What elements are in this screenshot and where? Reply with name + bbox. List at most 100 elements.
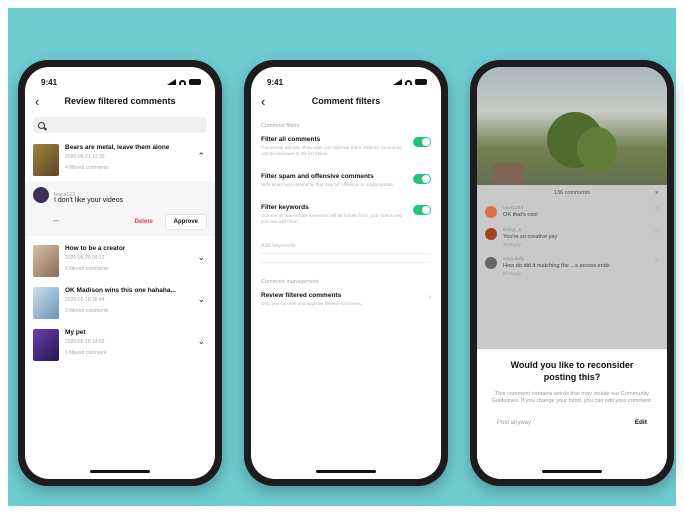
video-thumbnail	[33, 245, 59, 277]
filtered-count: 3 filtered comments	[65, 266, 109, 272]
status-time: 9:41	[267, 77, 284, 87]
status-icons	[393, 79, 427, 85]
comment-username: xoxo.daily	[503, 257, 525, 262]
comment-text: You're so creative yay	[503, 234, 558, 240]
video-thumbnail	[33, 144, 59, 176]
heart-icon[interactable]: ♡	[654, 206, 659, 213]
phone-screen: 9:41 ‹ Comment filters Comment filters F…	[251, 67, 441, 479]
home-indicator	[316, 470, 376, 473]
video-row[interactable]: Bears are metal, leave them alone 2020-0…	[25, 139, 215, 181]
comment-item: user1234 OK that's cool ♡	[477, 201, 667, 223]
heart-icon[interactable]: ♡	[654, 228, 659, 235]
toggle-row-filter-all: Filter all comments Comments will only s…	[251, 131, 441, 162]
comment-username: vickyy_s	[503, 228, 522, 233]
modal-title: Would you like to reconsider posting thi…	[510, 360, 634, 382]
video-row[interactable]: OK Madison wins this one hahaha... 2020-…	[25, 282, 215, 324]
comments-count: 136 comments	[553, 190, 591, 196]
toggle-label: Filter spam and offensive comments	[261, 173, 374, 180]
battery-icon	[189, 79, 201, 85]
video-title: Bears are metal, leave them alone	[65, 144, 170, 151]
delete-button[interactable]: Delete	[129, 216, 159, 228]
filter-spam-toggle[interactable]	[413, 174, 431, 184]
video-date: 2020-05-21 12:35	[65, 154, 105, 160]
chevron-down-icon[interactable]: ⌄	[197, 294, 205, 305]
filter-keywords-toggle[interactable]	[413, 205, 431, 215]
wifi-icon	[405, 79, 412, 85]
reconsider-modal: Would you like to reconsider posting thi…	[477, 349, 667, 479]
review-filtered-link[interactable]: Review filtered comments Only you can se…	[251, 287, 441, 312]
video-title: How to be a creator	[65, 245, 126, 252]
search-input[interactable]	[33, 117, 207, 133]
avatar	[485, 257, 497, 269]
chevron-down-icon[interactable]: ⌄	[197, 336, 205, 347]
toggle-description: Comments will only show after you approv…	[261, 145, 402, 156]
page-title: Comment filters	[311, 96, 381, 106]
close-icon[interactable]: ×	[655, 190, 659, 197]
toggle-description: Comments that include keywords will be h…	[261, 213, 402, 224]
phone-reconsider-prompt: 136 comments × user1234 OK that's cool ♡…	[470, 60, 674, 486]
video-date: 2020-05-19 18:44	[65, 297, 105, 303]
video-background	[477, 67, 667, 197]
home-indicator	[542, 470, 602, 473]
video-row[interactable]: How to be a creator 2020-05-20 09:12 3 f…	[25, 240, 215, 282]
nav-bar: ‹ Comment filters	[251, 89, 441, 113]
comments-panel-header: 136 comments ×	[477, 185, 667, 201]
divider	[261, 262, 431, 263]
phone-screen: 9:41 ‹ Review filtered comments Bears ar…	[25, 67, 215, 479]
toggle-label: Filter all comments	[261, 136, 321, 143]
keyword-input[interactable]: Add keywords	[261, 238, 431, 254]
more-options-icon[interactable]: •••	[53, 219, 59, 225]
link-label: Review filtered comments	[261, 292, 342, 299]
nav-bar: ‹ Review filtered comments	[25, 89, 215, 113]
house-image	[493, 163, 523, 185]
toggle-row-filter-spam: Filter spam and offensive comments Hide …	[251, 168, 441, 193]
edit-button[interactable]: Edit	[635, 419, 647, 426]
comment-text: I don't like your videos	[54, 197, 124, 204]
avatar	[485, 228, 497, 240]
status-icons	[167, 79, 201, 85]
video-title: OK Madison wins this one hahaha...	[65, 287, 176, 294]
chevron-down-icon[interactable]: ⌄	[197, 252, 205, 263]
status-bar: 9:41	[25, 67, 215, 89]
back-chevron-icon[interactable]: ‹	[261, 94, 275, 109]
section-header: Comment management	[261, 279, 319, 285]
phone-comment-filters: 9:41 ‹ Comment filters Comment filters F…	[244, 60, 448, 486]
approve-button[interactable]: Approve	[164, 214, 207, 230]
wifi-icon	[179, 79, 186, 85]
post-anyway-button[interactable]: Post anyway	[497, 419, 531, 426]
filtered-comment: bruce123 I don't like your videos ••• De…	[25, 181, 215, 236]
comment-text: OK that's cool	[503, 212, 538, 218]
comment-meta: 5h Reply	[503, 271, 521, 276]
battery-icon	[415, 79, 427, 85]
video-row[interactable]: My pet 2020-05-18 14:02 1 filtered comme…	[25, 324, 215, 366]
search-icon	[38, 121, 45, 129]
chevron-up-icon[interactable]: ⌃	[197, 151, 205, 162]
toggle-row-filter-keywords: Filter keywords Comments that include ke…	[251, 199, 441, 230]
chevron-right-icon: ›	[428, 292, 431, 301]
status-time: 9:41	[41, 77, 58, 87]
section-header: Comment filters	[261, 123, 300, 129]
status-bar: 9:41	[251, 67, 441, 89]
video-date: 2020-05-18 14:02	[65, 339, 105, 345]
comment-text: How do did it matching the ...s across e…	[503, 263, 610, 269]
background-canvas: 9:41 ‹ Review filtered comments Bears ar…	[8, 8, 676, 506]
modal-body: This comment contains words that may vio…	[491, 391, 653, 404]
page-title: Review filtered comments	[64, 96, 176, 106]
phone-screen: 136 comments × user1234 OK that's cool ♡…	[477, 67, 667, 479]
avatar	[485, 206, 497, 218]
comment-item: vickyy_s You're so creative yay 3h Reply…	[477, 223, 667, 252]
heart-icon[interactable]: ♡	[654, 257, 659, 264]
toggle-description: Hide spam and comments that may be offen…	[261, 182, 394, 187]
phone-review-filtered: 9:41 ‹ Review filtered comments Bears ar…	[18, 60, 222, 486]
back-chevron-icon[interactable]: ‹	[35, 94, 49, 109]
video-date: 2020-05-20 09:12	[65, 255, 105, 261]
link-description: Only you can see and approve filtered co…	[261, 301, 363, 306]
signal-icon	[167, 79, 176, 85]
filter-all-toggle[interactable]	[413, 137, 431, 147]
filtered-count: 1 filtered comment	[65, 350, 107, 356]
filtered-count: 4 filtered comments	[65, 165, 109, 171]
video-thumbnail	[33, 287, 59, 319]
filtered-count: 2 filtered comments	[65, 308, 109, 314]
comment-username: user1234	[503, 206, 524, 211]
toggle-label: Filter keywords	[261, 204, 309, 211]
